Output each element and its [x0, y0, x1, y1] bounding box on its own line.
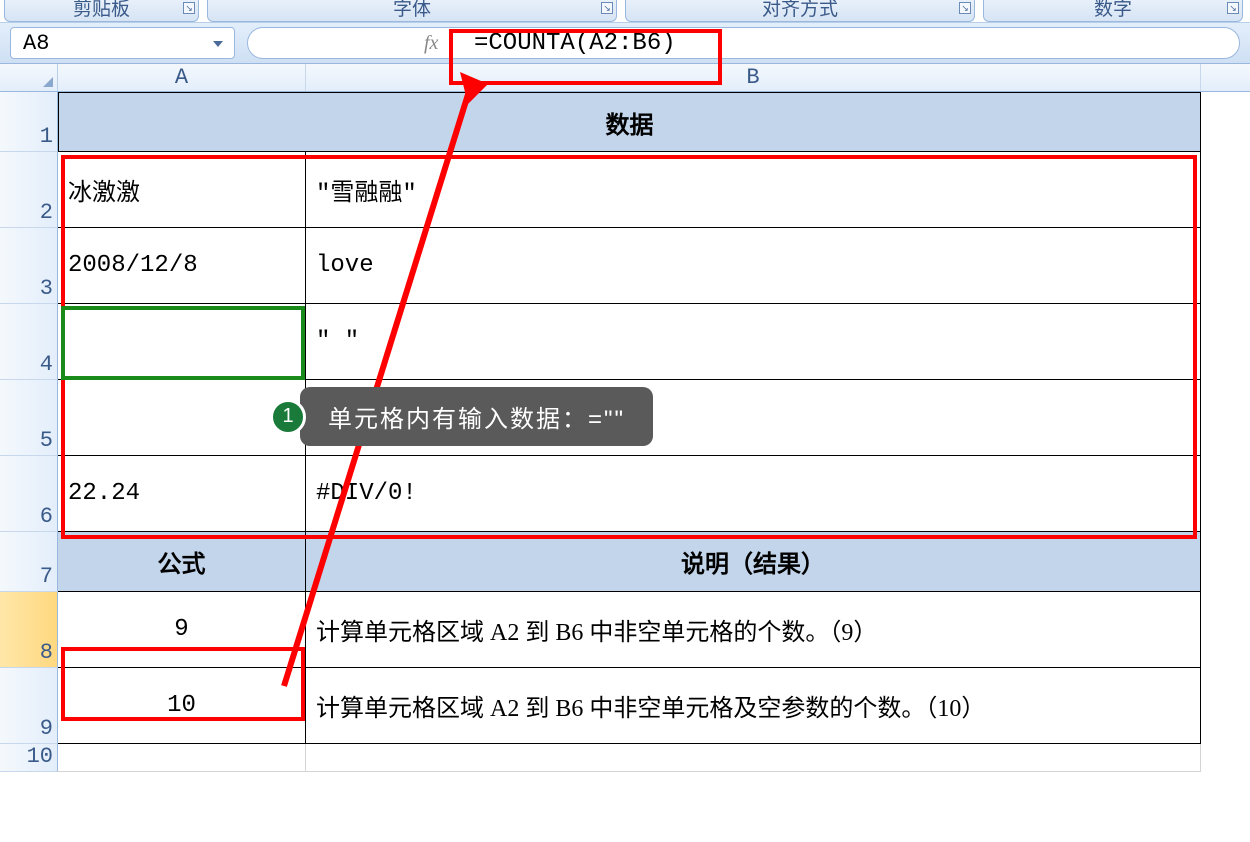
cell-B10[interactable]	[306, 744, 1201, 772]
row-header-3[interactable]: 3	[0, 228, 58, 304]
ribbon-group-clipboard[interactable]: 剪贴板 ↘	[4, 0, 199, 22]
fx-icon[interactable]: fx	[424, 32, 438, 55]
cell-header-explain[interactable]: 说明（结果）	[306, 532, 1201, 592]
cell-A5[interactable]	[58, 380, 306, 456]
cell-A3[interactable]: 2008/12/8	[58, 228, 306, 304]
row-header-8[interactable]: 8	[0, 592, 58, 668]
formula-bar-row: A8 fx =COUNTA(A2:B6)	[0, 22, 1250, 64]
col-header-A[interactable]: A	[58, 64, 306, 91]
row-header-7[interactable]: 7	[0, 532, 58, 592]
cell-A9[interactable]: 10	[58, 668, 306, 744]
cell-A8[interactable]: 9	[58, 592, 306, 668]
ribbon-label: 对齐方式	[762, 0, 838, 19]
annotation-number-badge: 1	[270, 399, 306, 435]
ribbon-group-font[interactable]: 字体 ↘	[207, 0, 617, 22]
cell-header-formula[interactable]: 公式	[58, 532, 306, 592]
cell-header-data[interactable]: 数据	[58, 92, 1201, 152]
row-header-2[interactable]: 2	[0, 152, 58, 228]
cell-A2[interactable]: 冰激激	[58, 152, 306, 228]
annotation-text: 单元格内有输入数据：=""	[300, 387, 653, 446]
name-box-dropdown-icon[interactable]	[208, 34, 228, 54]
formula-bar[interactable]: fx =COUNTA(A2:B6)	[247, 27, 1240, 59]
ribbon-group-alignment[interactable]: 对齐方式 ↘	[625, 0, 975, 22]
cell-A4[interactable]	[58, 304, 306, 380]
row-header-6[interactable]: 6	[0, 456, 58, 532]
column-header-row: A B	[0, 64, 1250, 92]
dialog-launcher-icon[interactable]: ↘	[1227, 2, 1239, 14]
dialog-launcher-icon[interactable]: ↘	[183, 2, 195, 14]
cell-A6[interactable]: 22.24	[58, 456, 306, 532]
cell-B4[interactable]: " "	[306, 304, 1201, 380]
dialog-launcher-icon[interactable]: ↘	[959, 2, 971, 14]
row-header-4[interactable]: 4	[0, 304, 58, 380]
formula-bar-text: =COUNTA(A2:B6)	[454, 30, 696, 57]
name-box-value: A8	[23, 31, 49, 56]
name-box[interactable]: A8	[10, 27, 235, 59]
cell-B9[interactable]: 计算单元格区域 A2 到 B6 中非空单元格及空参数的个数。（10）	[306, 668, 1201, 744]
cell-B8[interactable]: 计算单元格区域 A2 到 B6 中非空单元格的个数。（9）	[306, 592, 1201, 668]
cell-B2[interactable]: "雪融融"	[306, 152, 1201, 228]
col-header-B[interactable]: B	[306, 64, 1201, 91]
annotation-callout: 1 单元格内有输入数据：=""	[270, 387, 653, 446]
row-header-10[interactable]: 10	[0, 744, 58, 772]
ribbon-label: 字体	[393, 0, 431, 19]
ribbon-group-row: 剪贴板 ↘ 字体 ↘ 对齐方式 ↘ 数字 ↘	[0, 0, 1250, 22]
ribbon-label: 数字	[1094, 0, 1132, 19]
ribbon-group-number[interactable]: 数字 ↘	[983, 0, 1243, 22]
cell-A10[interactable]	[58, 744, 306, 772]
dialog-launcher-icon[interactable]: ↘	[601, 2, 613, 14]
select-all-corner[interactable]	[0, 64, 58, 91]
cell-B3[interactable]: love	[306, 228, 1201, 304]
row-header-5[interactable]: 5	[0, 380, 58, 456]
row-header-1[interactable]: 1	[0, 92, 58, 152]
ribbon-label: 剪贴板	[73, 0, 130, 19]
row-header-9[interactable]: 9	[0, 668, 58, 744]
cell-B6[interactable]: #DIV/0!	[306, 456, 1201, 532]
